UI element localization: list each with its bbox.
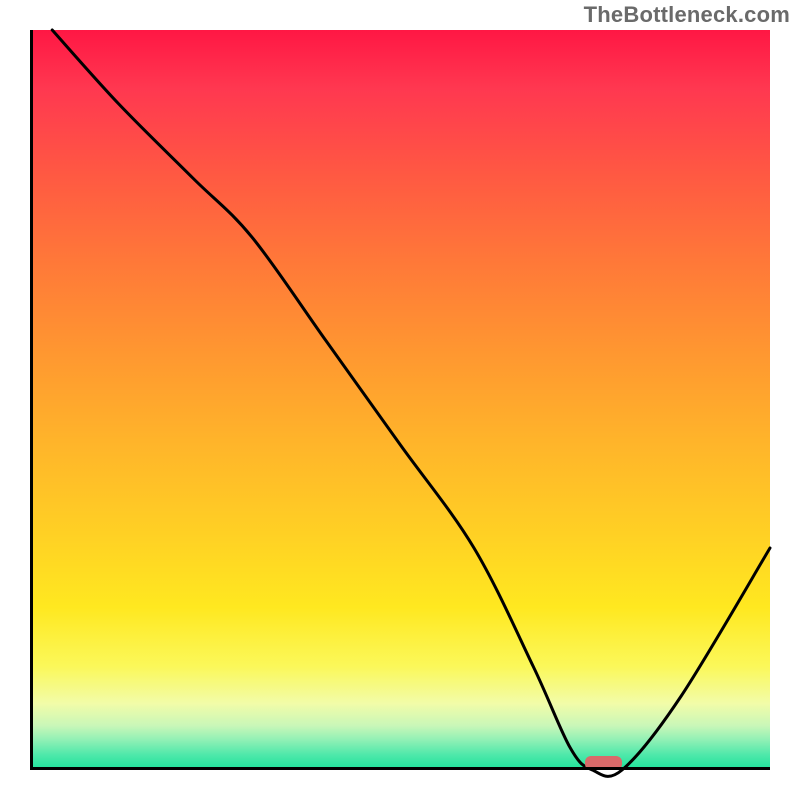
watermark-text: TheBottleneck.com [584, 2, 790, 28]
optimal-marker [585, 756, 622, 770]
plot-area [30, 30, 770, 770]
chart-container: TheBottleneck.com [0, 0, 800, 800]
chart-overlay [30, 30, 770, 770]
bottleneck-curve [52, 30, 770, 776]
